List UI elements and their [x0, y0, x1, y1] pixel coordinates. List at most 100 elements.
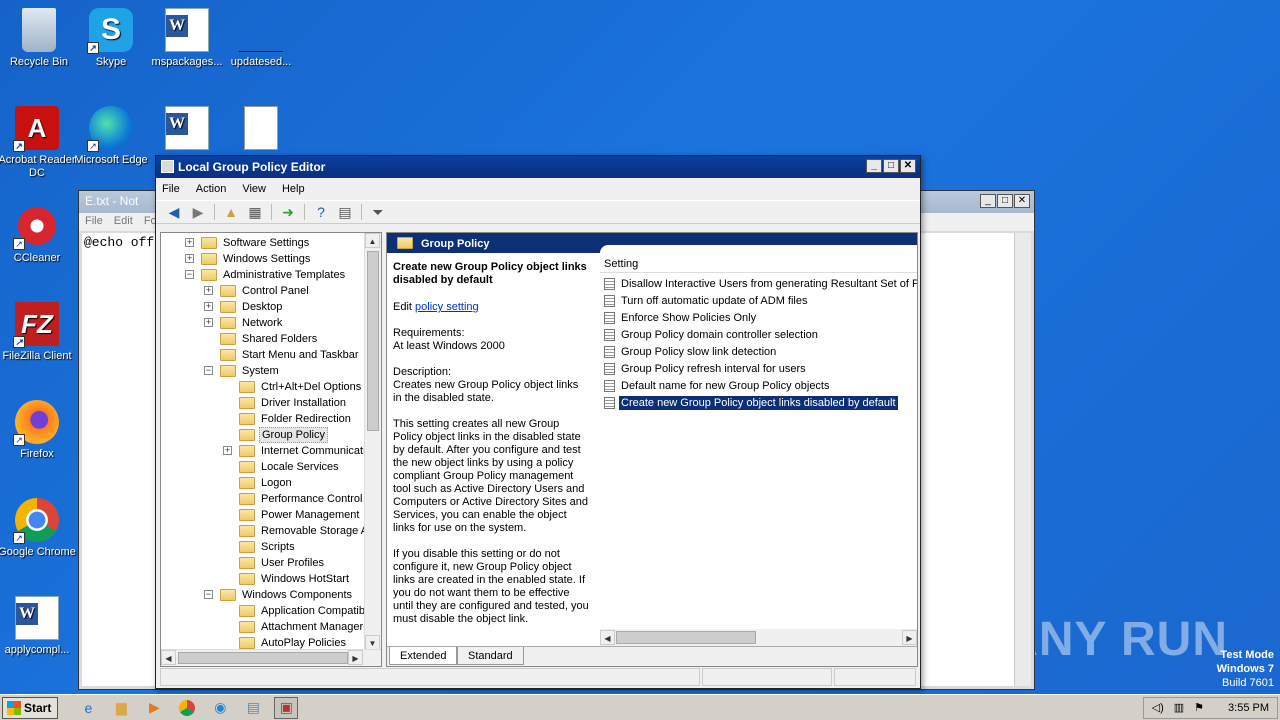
tree-vertical-scrollbar[interactable]: ▲ ▼ [364, 233, 381, 650]
desktop-icon-updatesed[interactable]: updatesed... [222, 8, 300, 69]
menu-help[interactable]: Help [282, 183, 305, 200]
tree-item[interactable]: Locale Services [239, 459, 341, 475]
expand-icon[interactable]: + [204, 302, 213, 311]
notepad-scrollbar[interactable] [1014, 233, 1031, 686]
tree-item[interactable]: Attachment Manager [239, 619, 365, 635]
desktop-icon-filezilla[interactable]: FZ ↗ FileZilla Client [0, 302, 76, 363]
setting-row[interactable]: Group Policy refresh interval for users [604, 361, 917, 377]
clock[interactable]: 3:55 PM [1228, 702, 1269, 714]
tree-item[interactable]: Power Management [239, 507, 361, 523]
desktop-icon-ccleaner[interactable]: ↗ CCleaner [0, 204, 76, 265]
expand-icon[interactable]: + [185, 254, 194, 263]
tree-item[interactable]: − Administrative Templates [185, 267, 347, 283]
close-button[interactable]: ✕ [1014, 194, 1030, 208]
setting-row[interactable]: Create new Group Policy object links dis… [604, 395, 917, 411]
minimize-button[interactable]: _ [866, 159, 882, 173]
properties-icon[interactable]: ▤ [335, 203, 355, 221]
setting-row[interactable]: Enforce Show Policies Only [604, 310, 917, 326]
tree-item[interactable]: Windows HotStart [239, 571, 351, 587]
maximize-button[interactable]: □ [997, 194, 1013, 208]
scroll-thumb[interactable] [367, 251, 379, 431]
tree-item[interactable]: + Software Settings [185, 235, 311, 251]
minimize-button[interactable]: _ [980, 194, 996, 208]
filter-icon[interactable]: ⏷ [368, 203, 388, 221]
setting-row[interactable]: Group Policy domain controller selection [604, 327, 917, 343]
menu-action[interactable]: Action [196, 183, 227, 200]
expand-icon[interactable]: + [204, 318, 213, 327]
up-folder-icon[interactable]: ▲ [221, 203, 241, 221]
tree-item[interactable]: Start Menu and Taskbar [220, 347, 361, 363]
expand-icon[interactable]: + [204, 286, 213, 295]
tree-item[interactable]: Logon [239, 475, 294, 491]
gpedit-title-bar[interactable]: Local Group Policy Editor _ □ ✕ [156, 156, 920, 178]
tree-item[interactable]: + Desktop [204, 299, 284, 315]
tree-item[interactable]: + Control Panel [204, 283, 311, 299]
scroll-right-button[interactable]: ▶ [348, 650, 363, 665]
ie-icon[interactable]: e [76, 697, 100, 719]
desktop-icon-mspackages[interactable]: mspackages... [148, 8, 226, 69]
scroll-right-button[interactable]: ▶ [902, 630, 917, 645]
policy-tree[interactable]: + Software Settings + Windows Settings − Admi… [160, 232, 382, 667]
desktop-icon-text-file[interactable] [222, 106, 300, 154]
scroll-left-button[interactable]: ◀ [600, 630, 615, 645]
desktop-icon-edge[interactable]: ↗ Microsoft Edge [72, 106, 150, 167]
explorer-icon[interactable]: ▆ [109, 697, 133, 719]
close-button[interactable]: ✕ [900, 159, 916, 173]
setting-row[interactable]: Default name for new Group Policy object… [604, 378, 917, 394]
tree-horizontal-scrollbar[interactable]: ◀ ▶ [161, 649, 381, 666]
tree-item[interactable]: User Profiles [239, 555, 326, 571]
tree-item[interactable]: Ctrl+Alt+Del Options [239, 379, 363, 395]
start-button[interactable]: Start [2, 696, 59, 719]
setting-row[interactable]: Turn off automatic update of ADM files [604, 293, 917, 309]
desktop-icon-acrobat[interactable]: A ↗ Acrobat Reader DC [0, 106, 76, 180]
tree-item[interactable]: − Windows Components [204, 587, 354, 603]
scroll-thumb[interactable] [178, 652, 348, 664]
collapse-icon[interactable]: − [204, 366, 213, 375]
help-icon[interactable]: ? [311, 203, 331, 221]
setting-row[interactable]: Disallow Interactive Users from generati… [604, 276, 917, 292]
scroll-down-button[interactable]: ▼ [365, 635, 380, 650]
menu-view[interactable]: View [242, 183, 266, 200]
scroll-left-button[interactable]: ◀ [161, 650, 176, 665]
menu-edit[interactable]: Edit [114, 215, 133, 227]
desktop-icon-firefox[interactable]: ↗ Firefox [0, 400, 76, 461]
scroll-thumb[interactable] [616, 631, 756, 644]
tree-item[interactable]: Group Policy [239, 427, 328, 443]
export-list-icon[interactable]: ➜ [278, 203, 298, 221]
tree-item[interactable]: Scripts [239, 539, 297, 555]
tree-item[interactable]: − System [204, 363, 281, 379]
action-center-icon[interactable]: ⚑ [1194, 701, 1204, 714]
list-horizontal-scrollbar[interactable]: ◀ ▶ [600, 629, 917, 646]
tree-item[interactable]: + Internet Communicati [223, 443, 368, 459]
menu-file[interactable]: File [162, 183, 180, 200]
tree-item[interactable]: Shared Folders [220, 331, 319, 347]
desktop-icon-applycompl[interactable]: applycompl... [0, 596, 76, 657]
edge-icon[interactable]: ◉ [208, 697, 232, 719]
tree-item[interactable]: Removable Storage A [239, 523, 370, 539]
media-player-icon[interactable]: ▶ [142, 697, 166, 719]
menu-file[interactable]: File [85, 215, 103, 227]
collapse-icon[interactable]: − [204, 590, 213, 599]
tree-item[interactable]: Application Compatibil [239, 603, 372, 619]
forward-icon[interactable]: ▶ [188, 203, 208, 221]
tab-extended[interactable]: Extended [389, 647, 458, 665]
tree-item[interactable]: Driver Installation [239, 395, 348, 411]
expand-icon[interactable]: + [223, 446, 232, 455]
tab-standard[interactable]: Standard [457, 647, 524, 665]
edit-policy-setting-link[interactable]: policy setting [415, 301, 479, 313]
desktop-icon-skype[interactable]: S ↗ Skype [72, 8, 150, 69]
network-icon[interactable]: ▥ [1174, 701, 1184, 714]
gpedit-icon[interactable]: ▣ [274, 696, 299, 719]
desktop-icon-recycle-bin[interactable]: Recycle Bin [0, 8, 78, 69]
scroll-up-button[interactable]: ▲ [365, 233, 380, 248]
tree-item[interactable]: + Network [204, 315, 284, 331]
tree-item[interactable]: + Windows Settings [185, 251, 312, 267]
chrome-icon[interactable] [175, 697, 199, 719]
maximize-button[interactable]: □ [883, 159, 899, 173]
desktop-icon-chrome[interactable]: ↗ Google Chrome [0, 498, 76, 559]
expand-icon[interactable]: + [185, 238, 194, 247]
column-header-setting[interactable]: Setting [600, 257, 917, 273]
volume-icon[interactable]: ◁) [1152, 701, 1164, 714]
collapse-icon[interactable]: − [185, 270, 194, 279]
tree-item[interactable]: Folder Redirection [239, 411, 353, 427]
